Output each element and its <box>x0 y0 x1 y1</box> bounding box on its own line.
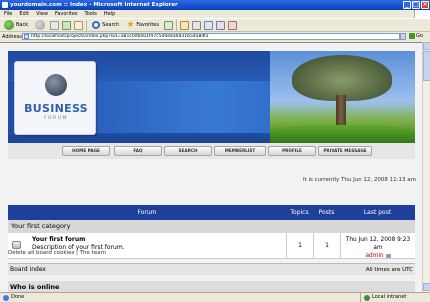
status-left: Done <box>3 293 24 302</box>
nav-profile[interactable]: PROFILE <box>268 146 316 156</box>
posts-count: 1 <box>325 242 329 249</box>
menu-bar: File Edit View Favorites Tools Help <box>0 10 430 18</box>
vertical-scrollbar[interactable] <box>422 42 430 292</box>
go-label: Go <box>416 33 423 39</box>
security-zone: Local intranet <box>360 293 430 302</box>
nav-memberlist[interactable]: MEMBERLIST <box>214 146 266 156</box>
search-label: Search <box>102 22 120 28</box>
window-controls: _ □ × <box>403 1 429 9</box>
forward-arrow-icon <box>35 20 46 30</box>
logo[interactable]: BUSINESS FORUM <box>14 61 96 135</box>
col-forum: Forum <box>137 209 157 216</box>
table-header: Forum Topics Posts Last post <box>8 205 415 220</box>
back-arrow-icon <box>4 20 14 30</box>
category-row[interactable]: Your first category <box>8 220 415 233</box>
minimize-button[interactable]: _ <box>403 1 411 9</box>
tree-trunk <box>336 95 346 129</box>
forum-title-link[interactable]: Your first forum <box>32 236 85 243</box>
main-nav: HOME PAGE FAQ SEARCH MEMBERLIST PROFILE … <box>8 143 415 159</box>
board-index-link[interactable]: Board index <box>10 266 46 273</box>
status-bar: Done Local intranet <box>0 292 430 302</box>
favorites-star-icon: ★ <box>126 19 135 30</box>
page-icon <box>24 34 29 39</box>
forward-button[interactable] <box>33 19 47 31</box>
col-topics: Topics <box>290 209 309 216</box>
menu-edit[interactable]: Edit <box>19 11 29 17</box>
back-label: Back <box>16 22 29 28</box>
logo-title: BUSINESS <box>24 102 88 115</box>
messenger-icon[interactable] <box>228 20 237 30</box>
board-index-bar: Board index All times are UTC <box>8 263 415 275</box>
ie-app-icon <box>2 2 8 8</box>
search-icon <box>92 21 101 29</box>
close-button[interactable]: × <box>421 1 429 9</box>
menu-tools[interactable]: Tools <box>85 11 97 17</box>
globe-logo-icon <box>45 74 67 96</box>
go-button[interactable]: Go <box>409 33 423 39</box>
discuss-icon[interactable] <box>216 20 225 30</box>
address-bar: Address http://localhost/projects/index.… <box>0 32 430 41</box>
url-text: http://localhost/projects/index.php?sid=… <box>31 34 209 39</box>
address-dropdown-button[interactable] <box>400 33 406 40</box>
nav-faq[interactable]: FAQ <box>114 146 162 156</box>
logo-subtitle: FORUM <box>44 116 68 121</box>
edit-icon[interactable] <box>204 20 213 30</box>
zone-text: Local intranet <box>372 294 407 300</box>
menu-favorites[interactable]: Favorites <box>55 11 78 17</box>
nav-search[interactable]: SEARCH <box>164 146 212 156</box>
back-button[interactable]: Back <box>2 19 30 31</box>
history-icon[interactable] <box>164 20 173 30</box>
address-label: Address <box>2 33 22 40</box>
stop-icon[interactable] <box>50 20 60 30</box>
scroll-thumb[interactable] <box>423 51 430 81</box>
mail-icon[interactable] <box>180 20 189 30</box>
toolbar-separator <box>86 19 88 31</box>
scroll-down-arrow[interactable] <box>423 283 430 291</box>
nav-home-page[interactable]: HOME PAGE <box>62 146 110 156</box>
col-posts: Posts <box>318 209 335 216</box>
current-time: It is currently Thu Jun 12, 2008 11:13 a… <box>302 177 416 183</box>
refresh-icon[interactable] <box>62 20 72 30</box>
url-input[interactable]: http://localhost/projects/index.php?sid=… <box>22 33 400 40</box>
menu-help[interactable]: Help <box>104 11 115 17</box>
menu-view[interactable]: View <box>36 11 48 17</box>
search-button[interactable]: Search <box>90 19 121 31</box>
menu-file[interactable]: File <box>4 11 12 17</box>
window-title-bar: yourdomain.com :: Index - Microsoft Inte… <box>0 0 430 10</box>
window-title: yourdomain.com :: Index - Microsoft Inte… <box>10 2 178 8</box>
topics-count: 1 <box>298 242 302 249</box>
who-is-online-heading: Who is online <box>8 281 415 292</box>
scroll-up-arrow[interactable] <box>423 42 430 50</box>
money-tree-image <box>270 51 415 143</box>
intranet-icon <box>364 294 370 301</box>
nav-private-message[interactable]: PRIVATE MESSAGE <box>318 146 372 156</box>
print-icon[interactable] <box>192 20 201 30</box>
maximize-button[interactable]: □ <box>412 1 420 9</box>
col-last-post: Last post <box>363 209 392 216</box>
page-viewport: BUSINESS FORUM HOME PAGE FAQ SEARCH MEMB… <box>0 42 422 292</box>
forum-header-banner: BUSINESS FORUM <box>8 51 415 143</box>
grass-hill <box>270 125 415 143</box>
go-arrow-icon <box>409 33 415 39</box>
forum-folder-icon <box>12 241 21 249</box>
timezone-note: All times are UTC <box>365 267 413 273</box>
windows-logo-icon <box>414 10 430 18</box>
home-icon[interactable] <box>74 20 84 30</box>
favorites-button[interactable]: ★ Favorites <box>124 19 161 31</box>
last-post-info: Thu Jun 12, 2008 9:23 am admin <box>341 236 415 260</box>
toolbar-separator <box>176 19 177 31</box>
footer-links[interactable]: Delete all board cookies | The team <box>8 250 415 256</box>
page-status-icon <box>3 294 9 301</box>
status-text: Done <box>11 294 25 300</box>
favorites-label: Favorites <box>136 22 159 28</box>
browser-toolbar: Back Search ★ Favorites <box>0 18 430 32</box>
